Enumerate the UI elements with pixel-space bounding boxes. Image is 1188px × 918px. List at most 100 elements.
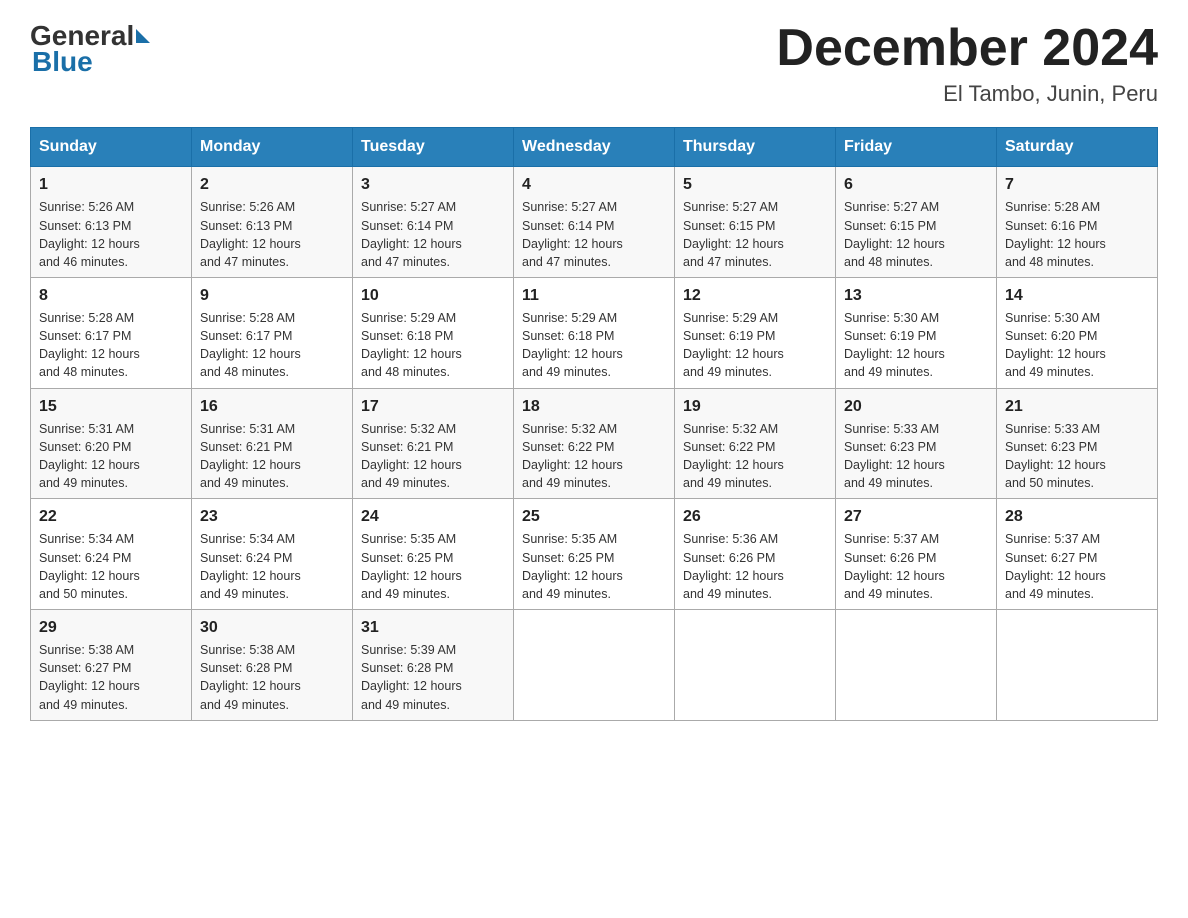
day-info: Sunrise: 5:30 AMSunset: 6:20 PMDaylight:… [1005, 309, 1149, 382]
day-number: 17 [361, 395, 505, 418]
calendar-cell: 1Sunrise: 5:26 AMSunset: 6:13 PMDaylight… [31, 167, 192, 278]
day-info: Sunrise: 5:27 AMSunset: 6:15 PMDaylight:… [844, 198, 988, 271]
day-info: Sunrise: 5:26 AMSunset: 6:13 PMDaylight:… [200, 198, 344, 271]
col-thursday: Thursday [675, 128, 836, 167]
calendar-cell: 7Sunrise: 5:28 AMSunset: 6:16 PMDaylight… [997, 167, 1158, 278]
day-info: Sunrise: 5:29 AMSunset: 6:19 PMDaylight:… [683, 309, 827, 382]
day-number: 1 [39, 173, 183, 196]
day-info: Sunrise: 5:37 AMSunset: 6:26 PMDaylight:… [844, 530, 988, 603]
day-number: 16 [200, 395, 344, 418]
calendar-cell: 29Sunrise: 5:38 AMSunset: 6:27 PMDayligh… [31, 609, 192, 720]
day-number: 5 [683, 173, 827, 196]
page-header: General Blue December 2024 El Tambo, Jun… [30, 20, 1158, 107]
day-info: Sunrise: 5:37 AMSunset: 6:27 PMDaylight:… [1005, 530, 1149, 603]
day-number: 14 [1005, 284, 1149, 307]
calendar-cell: 22Sunrise: 5:34 AMSunset: 6:24 PMDayligh… [31, 499, 192, 610]
calendar-cell: 4Sunrise: 5:27 AMSunset: 6:14 PMDaylight… [514, 167, 675, 278]
day-info: Sunrise: 5:38 AMSunset: 6:27 PMDaylight:… [39, 641, 183, 714]
calendar-week-row: 15Sunrise: 5:31 AMSunset: 6:20 PMDayligh… [31, 388, 1158, 499]
day-info: Sunrise: 5:31 AMSunset: 6:20 PMDaylight:… [39, 420, 183, 493]
calendar-cell: 31Sunrise: 5:39 AMSunset: 6:28 PMDayligh… [353, 609, 514, 720]
day-info: Sunrise: 5:29 AMSunset: 6:18 PMDaylight:… [522, 309, 666, 382]
day-number: 28 [1005, 505, 1149, 528]
calendar-cell: 27Sunrise: 5:37 AMSunset: 6:26 PMDayligh… [836, 499, 997, 610]
title-area: December 2024 El Tambo, Junin, Peru [776, 20, 1158, 107]
calendar-cell [836, 609, 997, 720]
calendar-cell [997, 609, 1158, 720]
day-number: 18 [522, 395, 666, 418]
day-number: 31 [361, 616, 505, 639]
calendar-cell: 17Sunrise: 5:32 AMSunset: 6:21 PMDayligh… [353, 388, 514, 499]
day-info: Sunrise: 5:27 AMSunset: 6:14 PMDaylight:… [361, 198, 505, 271]
calendar-cell: 23Sunrise: 5:34 AMSunset: 6:24 PMDayligh… [192, 499, 353, 610]
day-info: Sunrise: 5:32 AMSunset: 6:22 PMDaylight:… [683, 420, 827, 493]
calendar-cell [675, 609, 836, 720]
calendar-cell [514, 609, 675, 720]
day-number: 11 [522, 284, 666, 307]
calendar-week-row: 8Sunrise: 5:28 AMSunset: 6:17 PMDaylight… [31, 277, 1158, 388]
day-number: 3 [361, 173, 505, 196]
day-number: 20 [844, 395, 988, 418]
calendar-cell: 11Sunrise: 5:29 AMSunset: 6:18 PMDayligh… [514, 277, 675, 388]
day-info: Sunrise: 5:34 AMSunset: 6:24 PMDaylight:… [200, 530, 344, 603]
col-friday: Friday [836, 128, 997, 167]
day-number: 8 [39, 284, 183, 307]
day-info: Sunrise: 5:34 AMSunset: 6:24 PMDaylight:… [39, 530, 183, 603]
day-info: Sunrise: 5:32 AMSunset: 6:22 PMDaylight:… [522, 420, 666, 493]
logo-arrow-icon [136, 29, 150, 43]
logo: General Blue [30, 20, 152, 78]
day-number: 21 [1005, 395, 1149, 418]
calendar-cell: 6Sunrise: 5:27 AMSunset: 6:15 PMDaylight… [836, 167, 997, 278]
day-number: 29 [39, 616, 183, 639]
day-number: 7 [1005, 173, 1149, 196]
calendar-body: 1 Sunrise: 5:26 AMSunset: 6:13 PMDaylight… [31, 167, 1158, 720]
logo-blue-text: Blue [32, 46, 93, 78]
day-number: 19 [683, 395, 827, 418]
day-info: Sunrise: 5:28 AMSunset: 6:17 PMDaylight:… [200, 309, 344, 382]
calendar-cell: 19Sunrise: 5:32 AMSunset: 6:22 PMDayligh… [675, 388, 836, 499]
calendar-cell: 20Sunrise: 5:33 AMSunset: 6:23 PMDayligh… [836, 388, 997, 499]
day-info: Sunrise: 5:28 AMSunset: 6:17 PMDaylight:… [39, 309, 183, 382]
day-number: 9 [200, 284, 344, 307]
calendar-cell: 2Sunrise: 5:26 AMSunset: 6:13 PMDaylight… [192, 167, 353, 278]
day-number: 2 [200, 173, 344, 196]
calendar-cell: 13Sunrise: 5:30 AMSunset: 6:19 PMDayligh… [836, 277, 997, 388]
col-saturday: Saturday [997, 128, 1158, 167]
col-monday: Monday [192, 128, 353, 167]
calendar-cell: 8Sunrise: 5:28 AMSunset: 6:17 PMDaylight… [31, 277, 192, 388]
day-number: 30 [200, 616, 344, 639]
calendar-cell: 18Sunrise: 5:32 AMSunset: 6:22 PMDayligh… [514, 388, 675, 499]
day-number: 10 [361, 284, 505, 307]
calendar-cell: 12Sunrise: 5:29 AMSunset: 6:19 PMDayligh… [675, 277, 836, 388]
day-info: Sunrise: 5:27 AMSunset: 6:15 PMDaylight:… [683, 198, 827, 271]
calendar-cell: 24Sunrise: 5:35 AMSunset: 6:25 PMDayligh… [353, 499, 514, 610]
calendar-cell: 30Sunrise: 5:38 AMSunset: 6:28 PMDayligh… [192, 609, 353, 720]
location-text: El Tambo, Junin, Peru [776, 81, 1158, 107]
calendar-cell: 14Sunrise: 5:30 AMSunset: 6:20 PMDayligh… [997, 277, 1158, 388]
month-title: December 2024 [776, 20, 1158, 77]
day-number: 15 [39, 395, 183, 418]
day-info: Sunrise: 5:35 AMSunset: 6:25 PMDaylight:… [522, 530, 666, 603]
day-info: Sunrise: 5:35 AMSunset: 6:25 PMDaylight:… [361, 530, 505, 603]
calendar-cell: 9Sunrise: 5:28 AMSunset: 6:17 PMDaylight… [192, 277, 353, 388]
col-wednesday: Wednesday [514, 128, 675, 167]
day-number: 26 [683, 505, 827, 528]
day-info: Sunrise: 5:32 AMSunset: 6:21 PMDaylight:… [361, 420, 505, 493]
calendar-table: Sunday Monday Tuesday Wednesday Thursday… [30, 127, 1158, 720]
day-number: 25 [522, 505, 666, 528]
calendar-cell: 5Sunrise: 5:27 AMSunset: 6:15 PMDaylight… [675, 167, 836, 278]
calendar-cell: 25Sunrise: 5:35 AMSunset: 6:25 PMDayligh… [514, 499, 675, 610]
calendar-cell: 10Sunrise: 5:29 AMSunset: 6:18 PMDayligh… [353, 277, 514, 388]
day-number: 22 [39, 505, 183, 528]
calendar-cell: 26Sunrise: 5:36 AMSunset: 6:26 PMDayligh… [675, 499, 836, 610]
day-number: 23 [200, 505, 344, 528]
day-info: Sunrise: 5:33 AMSunset: 6:23 PMDaylight:… [1005, 420, 1149, 493]
day-info: Sunrise: 5:38 AMSunset: 6:28 PMDaylight:… [200, 641, 344, 714]
day-info: Sunrise: 5:30 AMSunset: 6:19 PMDaylight:… [844, 309, 988, 382]
day-number: 12 [683, 284, 827, 307]
calendar-cell: 28Sunrise: 5:37 AMSunset: 6:27 PMDayligh… [997, 499, 1158, 610]
day-info: Sunrise: 5:27 AMSunset: 6:14 PMDaylight:… [522, 198, 666, 271]
day-number: 27 [844, 505, 988, 528]
day-number: 13 [844, 284, 988, 307]
day-info: Sunrise: 5:39 AMSunset: 6:28 PMDaylight:… [361, 641, 505, 714]
